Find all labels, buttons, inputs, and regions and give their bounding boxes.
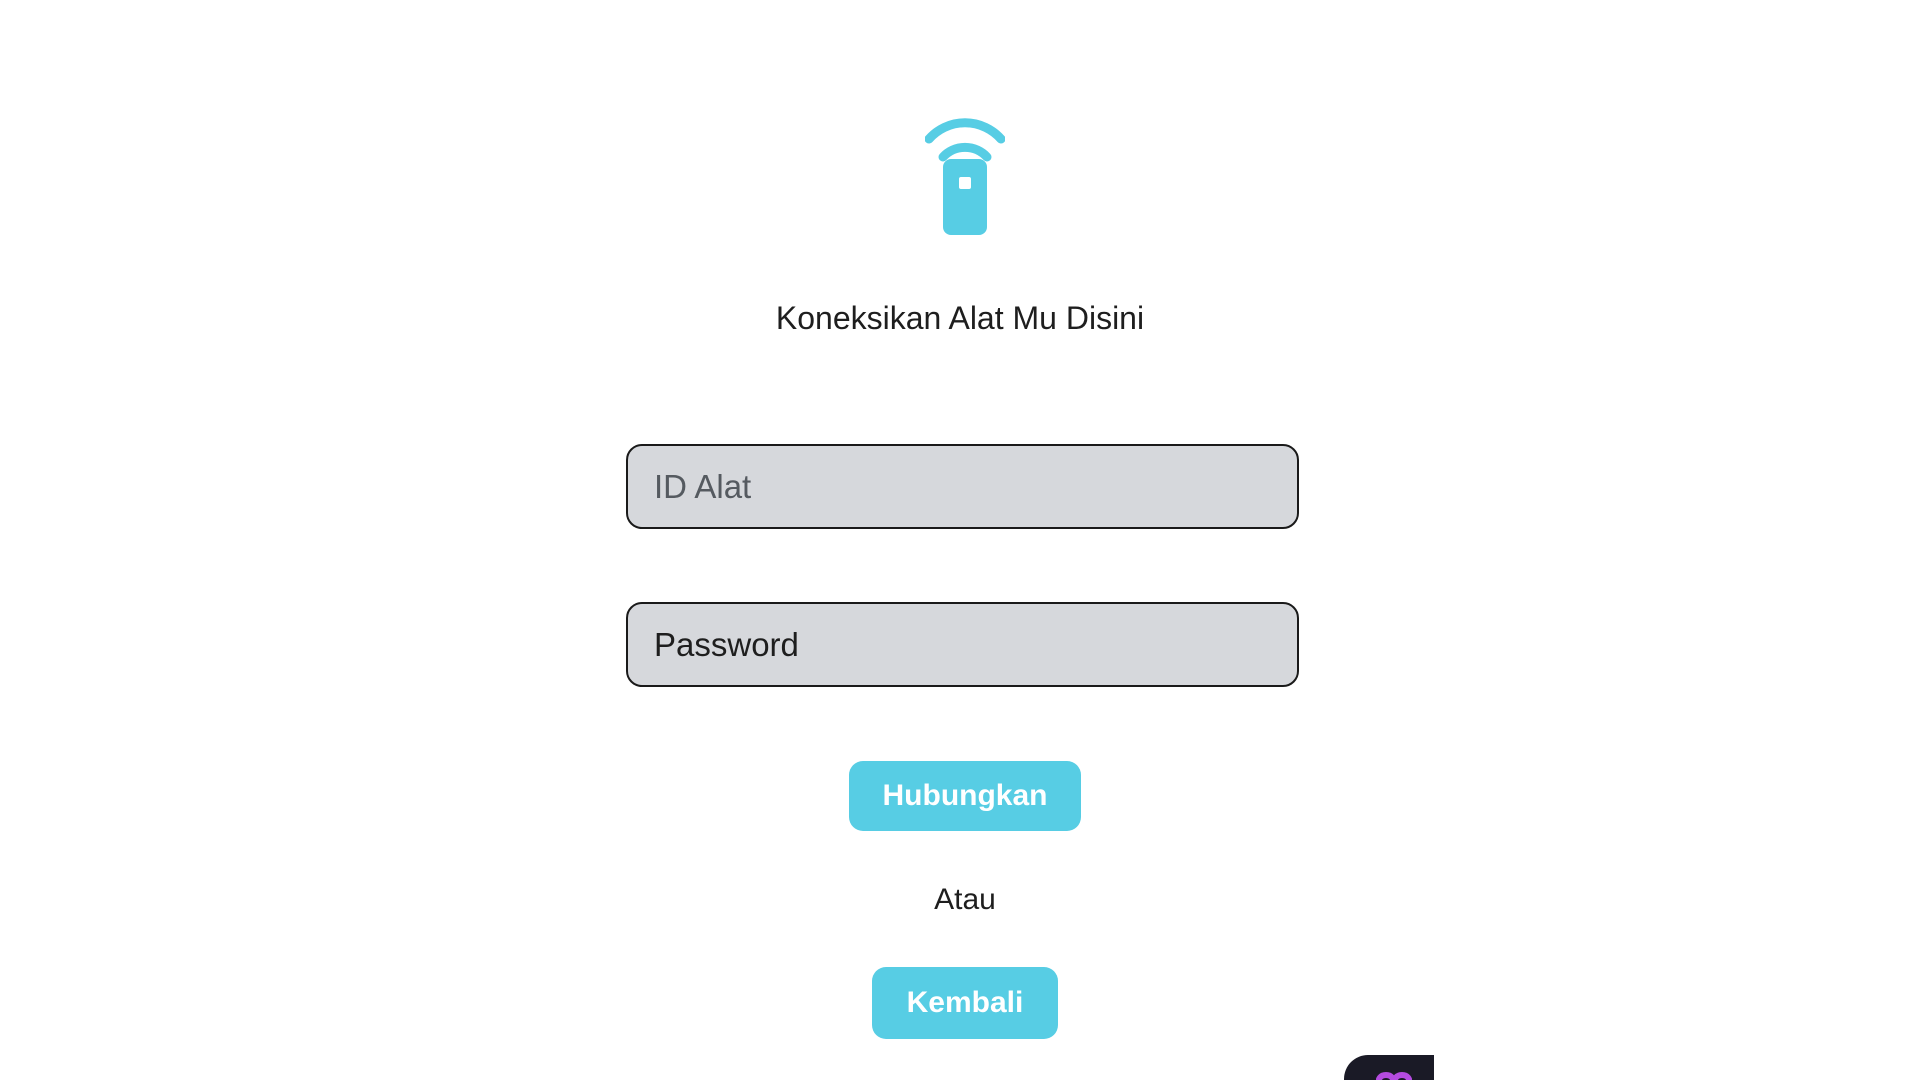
page-title: Koneksikan Alat Mu Disini	[775, 300, 1145, 336]
blank-area	[1434, 0, 1920, 1080]
floating-app-widget[interactable]	[1344, 1055, 1434, 1080]
remote-wifi-icon	[925, 118, 1005, 235]
connect-device-screen: Koneksikan Alat Mu Disini Hubungkan Atau…	[0, 0, 1920, 1080]
app-badge-icon	[1376, 1071, 1412, 1080]
connect-button[interactable]: Hubungkan	[849, 761, 1081, 831]
password-input[interactable]	[626, 602, 1299, 687]
back-button[interactable]: Kembali	[872, 967, 1058, 1039]
or-separator-text: Atau	[934, 883, 996, 916]
device-id-input[interactable]	[626, 444, 1299, 529]
